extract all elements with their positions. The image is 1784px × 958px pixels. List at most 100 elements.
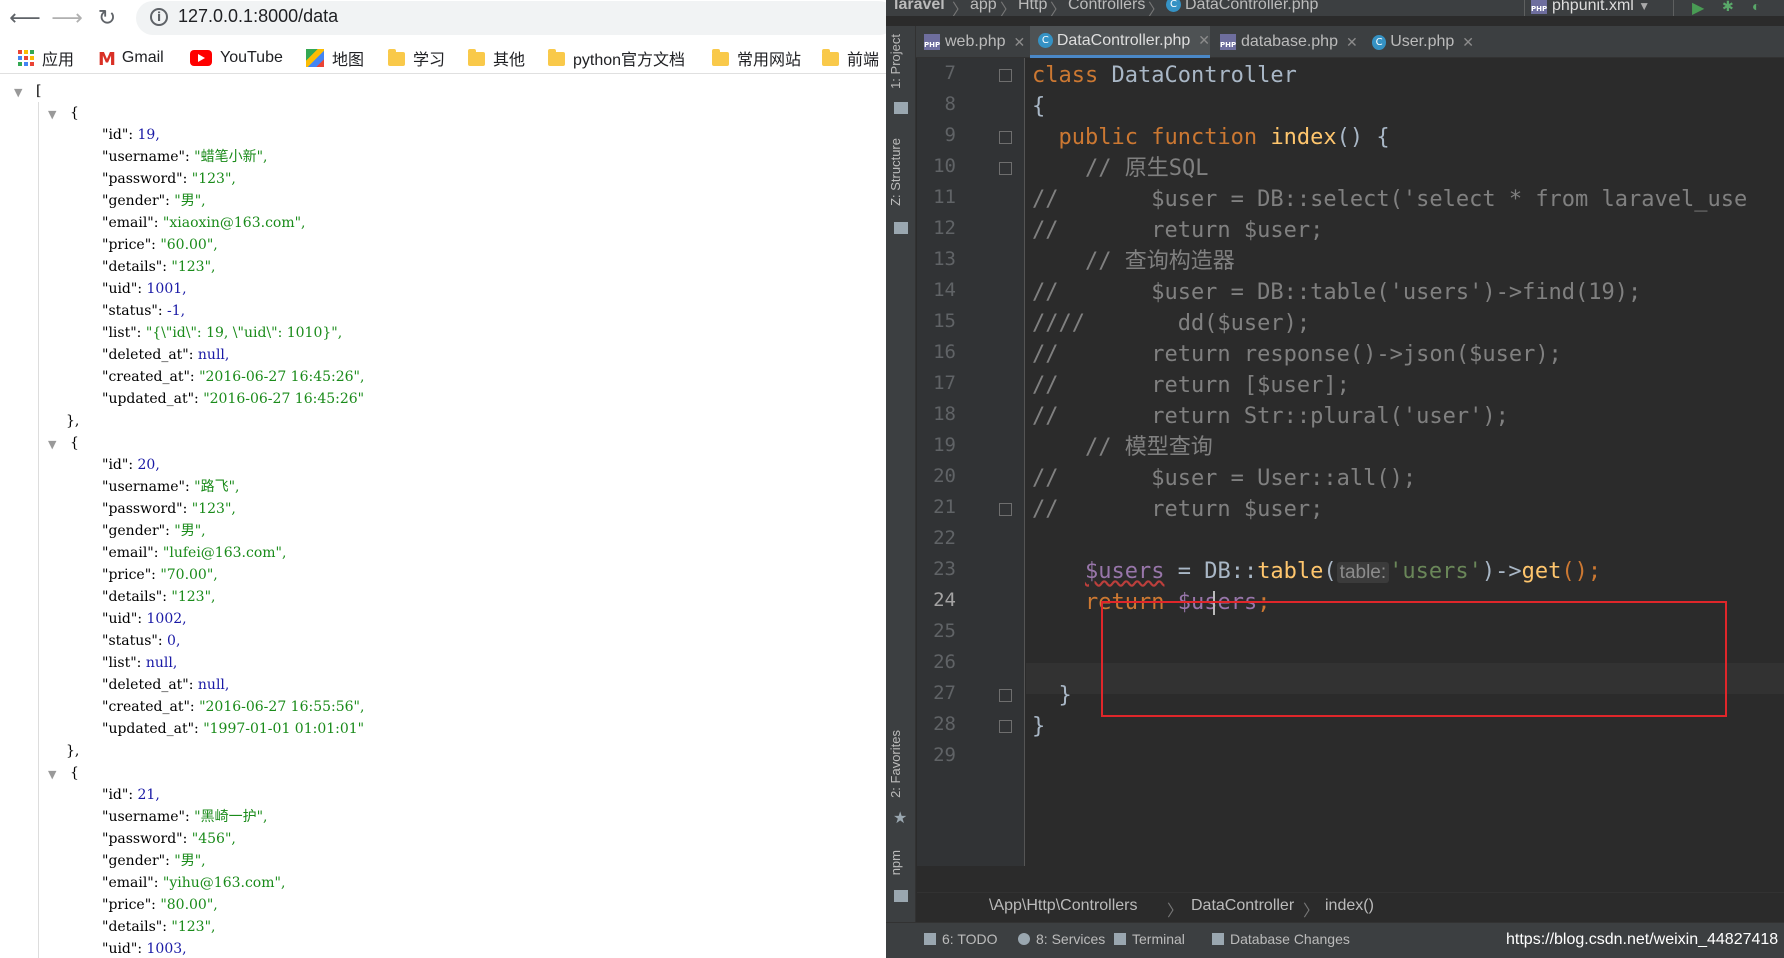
tool-label: Terminal (1132, 931, 1185, 947)
json-key: "email": (102, 875, 159, 891)
run-icon[interactable]: ▶ (1692, 0, 1704, 16)
bookmark-folder-common-sites[interactable]: 常用网站 (712, 46, 801, 70)
chevron-right-icon: 〉 (1303, 903, 1320, 920)
run-config-select[interactable]: PHP phpunit.xml ▼ (1524, 0, 1674, 16)
chevron-down-icon: ▼ (1638, 0, 1651, 13)
project-tool-window[interactable]: 1: Project (888, 34, 903, 89)
tab-label: DataController.php (1056, 31, 1191, 49)
json-key: "username": (102, 809, 190, 825)
json-value: "2016-06-27 16:45:26" (203, 391, 365, 407)
line-number: 10 (933, 155, 956, 177)
json-field: "uid": 1003, (102, 938, 187, 958)
npm-tool-window[interactable]: npm (888, 850, 903, 875)
variable: $users (1084, 559, 1165, 584)
json-key: "list": (102, 325, 142, 341)
tab-label: web.php (945, 33, 1006, 50)
database-icon (1212, 933, 1224, 945)
bookmark-folder-study[interactable]: 学习 (388, 46, 445, 70)
fold-marker-icon[interactable] (999, 69, 1012, 82)
code-editor[interactable]: class DataController { public function i… (1026, 58, 1784, 866)
json-object-close: }, (66, 413, 80, 429)
json-value: -1, (167, 303, 186, 319)
todo-tool-window[interactable]: 6: TODO (924, 931, 998, 947)
fold-marker-icon[interactable] (999, 131, 1012, 144)
services-tool-window[interactable]: 8: Services (1018, 931, 1105, 947)
string-literal: 'users' (1389, 559, 1482, 584)
structure-icon (894, 222, 908, 234)
line-number: 25 (933, 620, 956, 642)
json-field: "uid": 1001, (102, 278, 187, 300)
bookmark-folder-frontend[interactable]: 前端 (822, 46, 879, 70)
address-bar[interactable]: i 127.0.0.1:8000/data (136, 1, 886, 35)
back-button[interactable]: ⟵ (9, 3, 41, 33)
terminal-icon (1114, 933, 1126, 945)
database-changes-tool-window[interactable]: Database Changes (1212, 931, 1350, 947)
nav-crumb[interactable]: app (970, 0, 997, 14)
tab-datacontroller-php[interactable]: C DataController.php ✕ (1030, 26, 1210, 58)
close-icon[interactable]: ✕ (1198, 32, 1210, 49)
tab-user-php[interactable]: C User.php ✕ (1364, 26, 1474, 58)
comment: // 模型查询 (1084, 435, 1213, 460)
browser-nav-bar: ⟵ ⟶ ↻ i 127.0.0.1:8000/data (0, 0, 886, 36)
bookmark-label: 常用网站 (737, 52, 802, 69)
json-field: "password": "456", (102, 828, 236, 850)
collapse-triangle-icon[interactable]: ▼ (48, 764, 56, 786)
bookmark-apps[interactable]: 应用 (18, 46, 74, 70)
folder-icon (712, 49, 729, 66)
json-key: "deleted_at": (102, 677, 194, 693)
breadcrumb-method[interactable]: index() (1325, 897, 1374, 915)
reload-button[interactable]: ↻ (92, 3, 122, 33)
info-icon[interactable]: i (150, 8, 168, 26)
structure-tool-window[interactable]: Z: Structure (888, 138, 903, 206)
line-number: 19 (933, 434, 956, 456)
close-icon[interactable]: ✕ (1014, 34, 1026, 51)
line-number: 22 (933, 527, 956, 549)
chevron-right-icon: 〉 (952, 2, 969, 16)
bookmark-gmail[interactable]: M Gmail (98, 46, 164, 70)
tool-label: Database Changes (1230, 931, 1350, 947)
json-field: "price": "80.00", (102, 894, 218, 916)
nav-crumb-file[interactable]: C DataController.php (1166, 0, 1318, 14)
json-field: "username": "蜡笔小新", (102, 146, 268, 168)
debug-icon[interactable]: ✱ (1722, 0, 1734, 15)
nav-crumb[interactable]: Controllers (1068, 0, 1145, 14)
terminal-tool-window[interactable]: Terminal (1114, 931, 1185, 947)
bookmark-maps[interactable]: 地图 (306, 46, 364, 70)
code-line-18: // return Str::plural('user'); (1032, 404, 1509, 429)
npm-icon (894, 890, 908, 902)
json-value: "123", (191, 501, 236, 517)
coverage-icon[interactable]: ◐ (1752, 0, 1760, 14)
bookmark-label: 应用 (42, 52, 75, 69)
line-number: 8 (944, 93, 956, 115)
tab-database-php[interactable]: PHP database.php ✕ (1212, 26, 1362, 58)
json-key: "gender": (102, 853, 170, 869)
breadcrumb-class[interactable]: DataController (1191, 897, 1294, 915)
nav-crumb[interactable]: laravel (894, 0, 945, 14)
forward-button[interactable]: ⟶ (51, 3, 83, 33)
fold-marker-icon[interactable] (999, 503, 1012, 516)
json-field: "id": 19, (102, 124, 160, 146)
fold-marker-icon[interactable] (999, 720, 1012, 733)
json-value: "xiaoxin@163.com", (162, 215, 306, 231)
fold-marker-icon[interactable] (999, 689, 1012, 702)
comment: // 查询构造器 (1084, 249, 1235, 274)
fold-marker-icon[interactable] (999, 162, 1012, 175)
url-text[interactable]: 127.0.0.1:8000/data (178, 6, 338, 27)
collapse-triangle-icon[interactable]: ▼ (14, 82, 22, 104)
code-line-12: // return $user; (1032, 218, 1324, 243)
php-file-icon: PHP (1531, 0, 1547, 14)
json-key: "password": (102, 831, 188, 847)
bookmark-folder-python-docs[interactable]: python官方文档 (548, 46, 685, 70)
bookmark-folder-other[interactable]: 其他 (468, 46, 525, 70)
collapse-triangle-icon[interactable]: ▼ (48, 104, 56, 126)
favorites-tool-window[interactable]: 2: Favorites (888, 730, 903, 798)
tab-web-php[interactable]: PHP web.php ✕ (916, 26, 1028, 58)
close-icon[interactable]: ✕ (1462, 34, 1474, 51)
json-value: "{\"id\": 19, \"uid\": 1010}", (145, 325, 343, 341)
nav-crumb[interactable]: Http (1018, 0, 1047, 14)
bookmark-youtube[interactable]: YouTube (190, 46, 283, 70)
code-line-17: // return [$user]; (1032, 373, 1350, 398)
collapse-triangle-icon[interactable]: ▼ (48, 434, 56, 456)
close-icon[interactable]: ✕ (1346, 34, 1358, 51)
breadcrumb-namespace[interactable]: \App\Http\Controllers (989, 897, 1138, 915)
